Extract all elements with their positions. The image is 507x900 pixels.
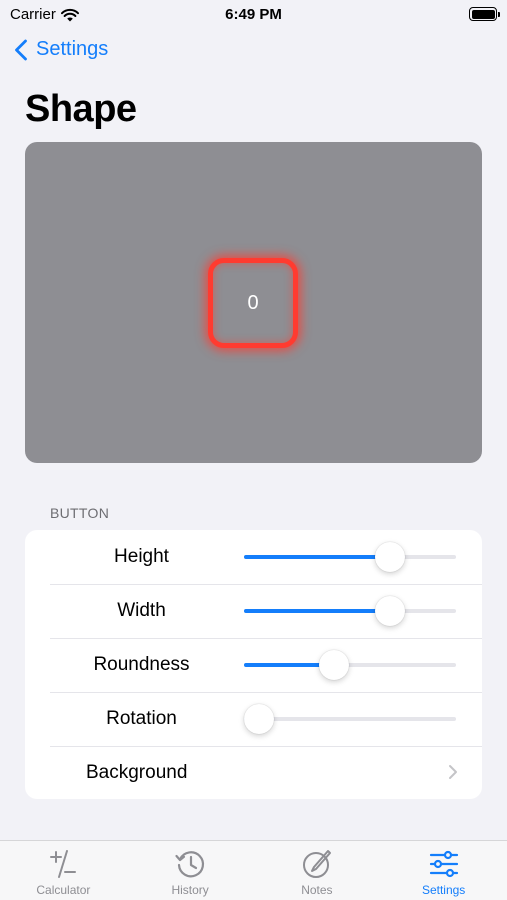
tab-notes[interactable]: Notes	[254, 841, 381, 900]
chevron-right-icon	[449, 765, 457, 779]
back-label: Settings	[36, 38, 109, 60]
background-label: Background	[86, 762, 188, 783]
tab-bar: Calculator History Notes Settings	[0, 840, 507, 900]
rotation-slider-thumb[interactable]	[244, 704, 274, 734]
section-header: BUTTON	[50, 505, 110, 521]
rotation-label: Rotation	[106, 708, 177, 729]
sliders-icon	[429, 850, 458, 878]
page-title: Shape	[25, 88, 137, 130]
button-settings-group: Height Width Roundness Rotation Backgrou…	[25, 530, 482, 799]
tab-calculator[interactable]: Calculator	[0, 841, 127, 900]
height-label: Height	[114, 546, 169, 567]
roundness-slider-thumb[interactable]	[318, 650, 349, 680]
pencil-circle-icon	[302, 850, 331, 878]
width-row: Width	[25, 584, 482, 638]
width-slider-thumb[interactable]	[375, 596, 406, 626]
width-label: Width	[117, 600, 166, 621]
status-time: 6:49 PM	[225, 6, 282, 23]
height-slider[interactable]	[244, 542, 456, 572]
tab-history[interactable]: History	[127, 841, 254, 900]
status-bar: Carrier 6:49 PM	[0, 0, 507, 30]
tab-settings-label: Settings	[421, 883, 466, 897]
height-row: Height	[25, 530, 482, 584]
tab-calculator-label: Calculator	[36, 883, 91, 897]
tab-history-label: History	[171, 883, 209, 897]
history-clock-icon	[175, 851, 205, 878]
rotation-row: Rotation	[25, 692, 482, 746]
tab-notes-label: Notes	[301, 883, 333, 897]
tab-settings[interactable]: Settings	[380, 841, 507, 900]
rotation-slider[interactable]	[244, 704, 456, 734]
chevron-left-icon	[15, 39, 27, 60]
roundness-label: Roundness	[93, 654, 190, 675]
height-slider-thumb[interactable]	[375, 542, 406, 572]
plus-minus-icon	[50, 850, 77, 878]
preview-button: 0	[208, 258, 298, 348]
battery-icon	[469, 7, 500, 21]
shape-preview: 0	[25, 142, 482, 463]
preview-button-value: 0	[247, 291, 259, 314]
width-slider[interactable]	[244, 596, 456, 626]
roundness-slider[interactable]	[244, 650, 456, 680]
roundness-row: Roundness	[25, 638, 482, 692]
back-button[interactable]: Settings	[14, 38, 108, 61]
background-row[interactable]: Background	[25, 746, 482, 799]
